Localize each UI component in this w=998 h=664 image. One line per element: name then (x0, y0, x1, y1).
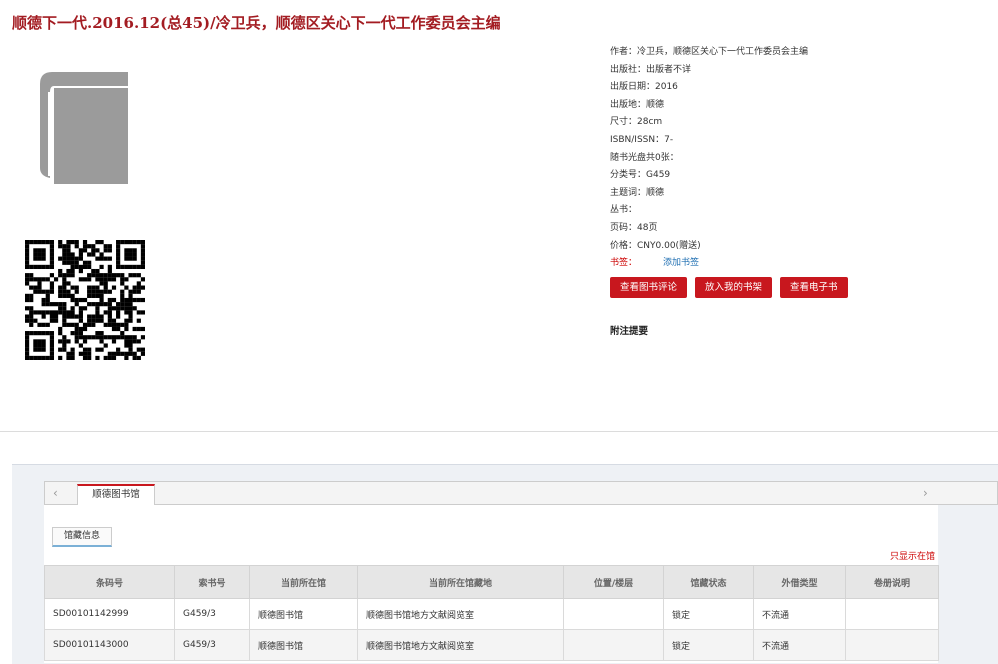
tab-holdings-info[interactable]: 馆藏信息 (52, 527, 112, 547)
view-reviews-button[interactable]: 查看图书评论 (610, 277, 688, 298)
col-location: 当前所在馆藏地 (357, 565, 564, 599)
cell-call-number: G459/3 (174, 598, 250, 630)
cell-location: 顺德图书馆地方文献阅览室 (357, 629, 564, 661)
cell-volume-note (845, 598, 939, 630)
add-bookmark-link[interactable]: 添加书签 (663, 258, 699, 268)
col-call-number: 索书号 (174, 565, 250, 599)
library-tabbar: ‹ › (44, 481, 998, 505)
col-floor: 位置/楼层 (563, 565, 664, 599)
only-available-link[interactable]: 只显示在馆 (890, 549, 935, 562)
section-divider (0, 431, 998, 432)
action-buttons: 查看图书评论 放入我的书架 查看电子书 (610, 277, 848, 298)
meta-publisher: 出版社：出版者不详 (610, 64, 692, 75)
tab-shunde-library[interactable]: 顺德图书馆 (77, 484, 155, 505)
table-row: SD00101142999 G459/3 顺德图书馆 顺德图书馆地方文献阅览室 … (44, 598, 939, 630)
meta-pages: 页码：48页 (610, 222, 658, 233)
table-header-row: 条码号 索书号 当前所在馆 当前所在馆藏地 位置/楼层 馆藏状态 外借类型 卷册… (44, 565, 939, 599)
cell-loan-type: 不流通 (753, 598, 846, 630)
col-library: 当前所在馆 (249, 565, 358, 599)
cell-status: 锁定 (663, 598, 754, 630)
meta-size: 尺寸：28cm (610, 117, 663, 128)
holdings-table: 条码号 索书号 当前所在馆 当前所在馆藏地 位置/楼层 馆藏状态 外借类型 卷册… (44, 565, 939, 661)
cell-call-number: G459/3 (174, 629, 250, 661)
cell-barcode: SD00101143000 (44, 629, 175, 661)
meta-series: 丛书： (610, 205, 638, 216)
cell-location: 顺德图书馆地方文献阅览室 (357, 598, 564, 630)
tab-scroll-right-icon[interactable]: › (923, 486, 928, 500)
bookmark-label: 书签： (610, 258, 638, 269)
cell-library: 顺德图书馆 (249, 629, 358, 661)
meta-author: 作者：冷卫兵，顺德区关心下一代工作委员会主编 (610, 47, 809, 57)
table-row: SD00101143000 G459/3 顺德图书馆 顺德图书馆地方文献阅览室 … (44, 629, 939, 661)
cell-library: 顺德图书馆 (249, 598, 358, 630)
col-loan-type: 外借类型 (753, 565, 846, 599)
page-title: 顺德下一代.2016.12(总45)/冷卫兵，顺德区关心下一代工作委员会主编 (12, 14, 501, 32)
meta-cd-count: 随书光盘共0张： (610, 152, 679, 163)
meta-subject: 主题词：顺德 (610, 187, 665, 198)
cell-barcode: SD00101142999 (44, 598, 175, 630)
meta-price: 价格：CNY0.00(赠送) (610, 240, 701, 251)
tab-scroll-left-icon[interactable]: ‹ (53, 486, 58, 500)
add-to-shelf-button[interactable]: 放入我的书架 (695, 277, 773, 298)
cell-floor (563, 598, 664, 630)
col-status: 馆藏状态 (663, 565, 754, 599)
cell-volume-note (845, 629, 939, 661)
book-cover-icon (40, 72, 128, 184)
cell-status: 锁定 (663, 629, 754, 661)
meta-isbn: ISBN/ISSN：7- (610, 134, 674, 145)
col-barcode: 条码号 (44, 565, 175, 599)
cell-floor (563, 629, 664, 661)
bookmark-row: 书签： 添加书签 (610, 255, 808, 273)
metadata-list: 作者：冷卫兵，顺德区关心下一代工作委员会主编 出版社：出版者不详 出版日期：20… (610, 44, 808, 273)
meta-pub-place: 出版地：顺德 (610, 99, 665, 110)
view-ebook-button[interactable]: 查看电子书 (780, 277, 848, 298)
cell-loan-type: 不流通 (753, 629, 846, 661)
col-volume-note: 卷册说明 (845, 565, 939, 599)
meta-class-no: 分类号：G459 (610, 170, 671, 181)
notes-heading: 附注提要 (610, 326, 649, 337)
qr-code (25, 240, 145, 360)
meta-pub-date: 出版日期：2016 (610, 82, 678, 93)
